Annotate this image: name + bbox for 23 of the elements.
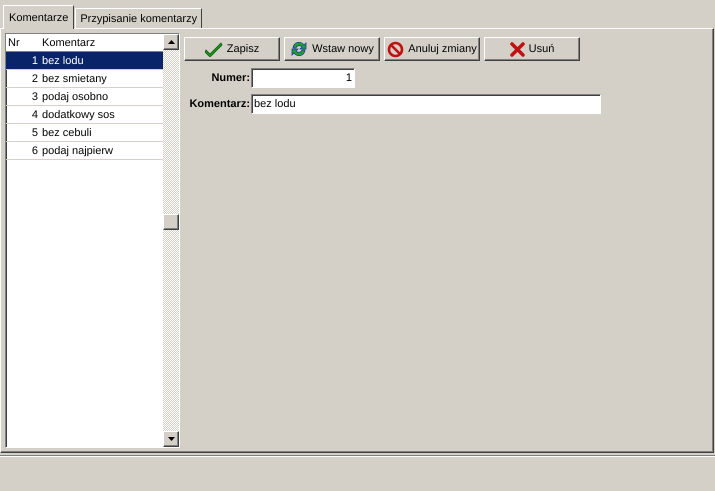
number-field[interactable]: 1: [251, 68, 355, 88]
comment-field[interactable]: bez lodu: [251, 94, 601, 114]
delete-button[interactable]: Usuń: [484, 37, 580, 61]
scroll-down-button[interactable]: [163, 431, 179, 447]
field-label: Komentarz:: [188, 98, 251, 110]
prohibited-icon: [387, 40, 404, 58]
x-mark-icon: [510, 42, 525, 56]
column-header[interactable]: Komentarz: [42, 36, 163, 48]
tab[interactable]: Komentarze: [3, 5, 74, 29]
tab[interactable]: Przypisanie komentarzy: [75, 8, 202, 28]
checkmark-icon: [204, 41, 223, 57]
list-row[interactable]: 1 bez lodu: [6, 52, 163, 70]
scrollbar-thumb[interactable]: [163, 214, 179, 230]
insert-button[interactable]: Wstaw nowy: [284, 37, 380, 61]
scrollbar[interactable]: [163, 34, 179, 447]
column-header[interactable]: Nr: [6, 36, 42, 48]
scroll-up-button[interactable]: [163, 34, 179, 50]
up-triangle-icon: [168, 40, 174, 44]
down-triangle-icon: [168, 437, 174, 441]
cancel-button[interactable]: Anuluj zmiany: [384, 37, 480, 61]
save-button[interactable]: Zapisz: [184, 37, 280, 61]
field-label: Numer:: [210, 72, 251, 84]
refresh-arrows-icon: [290, 40, 308, 58]
